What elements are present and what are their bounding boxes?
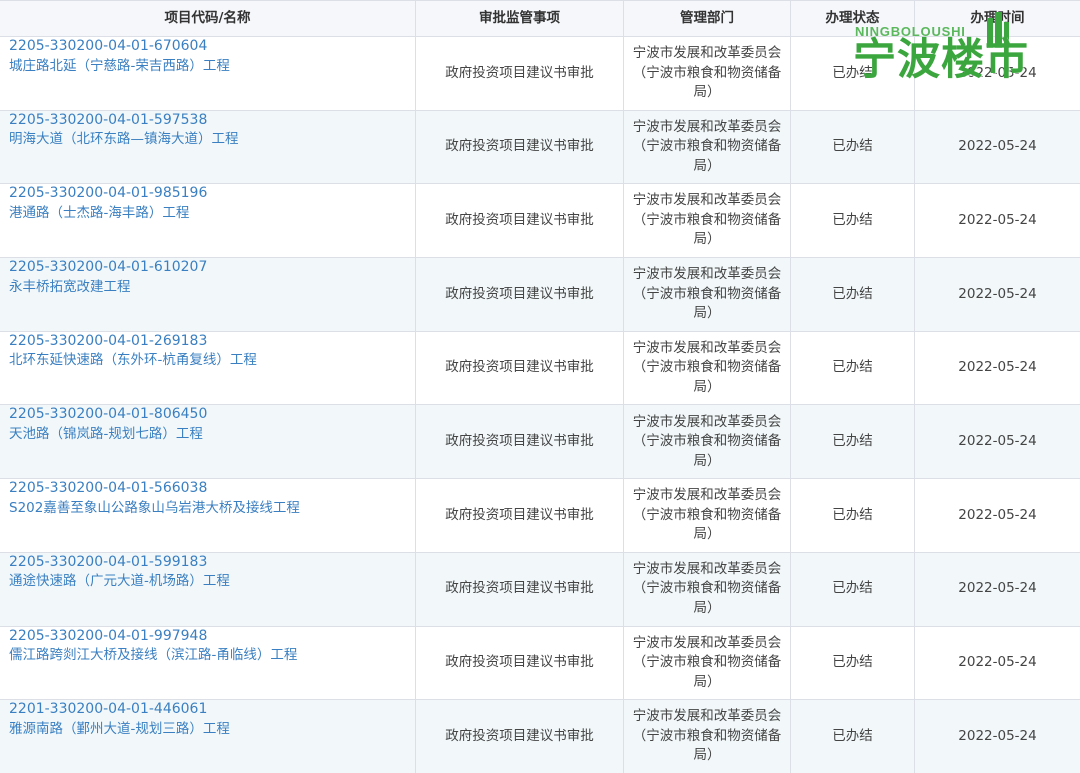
project-name-link[interactable]: 天池路（锦岚路-规划七路）工程	[9, 425, 203, 445]
department-cell: 宁波市发展和改革委员会（宁波市粮食和物资储备局）	[624, 700, 791, 773]
department-text: 宁波市发展和改革委员会（宁波市粮食和物资储备局）	[632, 634, 782, 690]
project-code-link[interactable]: 2205-330200-04-01-610207	[9, 258, 207, 278]
department-cell: 宁波市发展和改革委员会（宁波市粮食和物资储备局）	[624, 184, 791, 259]
status-cell: 已办结	[791, 552, 915, 627]
table-row-project-cell: 2205-330200-04-01-597538 明海大道（北环东路—镇海大道）工…	[0, 110, 416, 185]
department-text: 宁波市发展和改革委员会（宁波市粮食和物资储备局）	[632, 487, 782, 543]
status-cell: 已办结	[791, 479, 915, 553]
project-code-link[interactable]: 2205-330200-04-01-269183	[9, 332, 207, 352]
department-cell: 宁波市发展和改革委员会（宁波市粮食和物资储备局）	[624, 258, 791, 332]
project-code-link[interactable]: 2205-330200-04-01-670604	[9, 37, 207, 57]
department-text: 宁波市发展和改革委员会（宁波市粮食和物资储备局）	[632, 560, 782, 616]
table-row-project-cell: 2201-330200-04-01-446061 雅源南路（鄞州大道-规划三路）工…	[0, 700, 416, 773]
approval-matter-cell: 政府投资项目建议书审批	[416, 37, 624, 111]
department-cell: 宁波市发展和改革委员会（宁波市粮食和物资储备局）	[624, 479, 791, 553]
table-row-project-cell: 2205-330200-04-01-610207 永丰桥拓宽改建工程	[0, 258, 416, 332]
department-text: 宁波市发展和改革委员会（宁波市粮食和物资储备局）	[632, 192, 782, 248]
project-name-link[interactable]: 港通路（士杰路-海丰路）工程	[9, 204, 189, 224]
table-row-project-cell: 2205-330200-04-01-985196 港通路（士杰路-海丰路）工程	[0, 184, 416, 259]
table-row-project-cell: 2205-330200-04-01-806450 天池路（锦岚路-规划七路）工程	[0, 405, 416, 480]
approval-matter-cell: 政府投资项目建议书审批	[416, 552, 624, 627]
department-cell: 宁波市发展和改革委员会（宁波市粮食和物资储备局）	[624, 37, 791, 111]
date-cell: 2022-05-24	[915, 37, 1080, 111]
project-code-link[interactable]: 2205-330200-04-01-597538	[9, 111, 207, 131]
table-row-project-cell: 2205-330200-04-01-269183 北环东延快速路（东外环-杭甬复线…	[0, 331, 416, 406]
project-name-link[interactable]: S202嘉善至象山公路象山乌岩港大桥及接线工程	[9, 499, 300, 519]
date-cell: 2022-05-24	[915, 700, 1080, 773]
header-project-code-name[interactable]: 项目代码/名称	[0, 1, 416, 37]
status-cell: 已办结	[791, 110, 915, 185]
table-row-project-cell: 2205-330200-04-01-670604 城庄路北延（宁慈路-荣吉西路）工…	[0, 37, 416, 111]
date-cell: 2022-05-24	[915, 258, 1080, 332]
date-cell: 2022-05-24	[915, 110, 1080, 185]
project-code-link[interactable]: 2205-330200-04-01-985196	[9, 184, 207, 204]
date-cell: 2022-05-24	[915, 552, 1080, 627]
department-text: 宁波市发展和改革委员会（宁波市粮食和物资储备局）	[632, 45, 782, 101]
department-cell: 宁波市发展和改革委员会（宁波市粮食和物资储备局）	[624, 552, 791, 627]
project-code-link[interactable]: 2205-330200-04-01-997948	[9, 627, 207, 647]
status-cell: 已办结	[791, 184, 915, 259]
department-text: 宁波市发展和改革委员会（宁波市粮食和物资储备局）	[632, 339, 782, 395]
date-cell: 2022-05-24	[915, 479, 1080, 553]
department-text: 宁波市发展和改革委员会（宁波市粮食和物资储备局）	[632, 266, 782, 322]
project-name-link[interactable]: 通途快速路（广元大道-机场路）工程	[9, 572, 230, 592]
approval-matter-cell: 政府投资项目建议书审批	[416, 405, 624, 480]
approval-matter-cell: 政府投资项目建议书审批	[416, 184, 624, 259]
header-department[interactable]: 管理部门	[624, 1, 791, 37]
department-cell: 宁波市发展和改革委员会（宁波市粮食和物资储备局）	[624, 110, 791, 185]
project-code-link[interactable]: 2205-330200-04-01-566038	[9, 479, 207, 499]
approval-table: 项目代码/名称 审批监管事项 管理部门 办理状态 办理时间 2205-33020…	[0, 0, 1080, 773]
project-code-link[interactable]: 2201-330200-04-01-446061	[9, 700, 207, 720]
header-status[interactable]: 办理状态	[791, 1, 915, 37]
approval-matter-cell: 政府投资项目建议书审批	[416, 110, 624, 185]
header-approval-matter[interactable]: 审批监管事项	[416, 1, 624, 37]
project-code-link[interactable]: 2205-330200-04-01-806450	[9, 405, 207, 425]
header-date[interactable]: 办理时间	[915, 1, 1080, 37]
department-text: 宁波市发展和改革委员会（宁波市粮食和物资储备局）	[632, 118, 782, 174]
department-text: 宁波市发展和改革委员会（宁波市粮食和物资储备局）	[632, 413, 782, 469]
project-name-link[interactable]: 永丰桥拓宽改建工程	[9, 278, 131, 298]
approval-matter-cell: 政府投资项目建议书审批	[416, 258, 624, 332]
date-cell: 2022-05-24	[915, 627, 1080, 701]
department-cell: 宁波市发展和改革委员会（宁波市粮食和物资储备局）	[624, 626, 791, 701]
department-cell: 宁波市发展和改革委员会（宁波市粮食和物资储备局）	[624, 405, 791, 480]
status-cell: 已办结	[791, 700, 915, 773]
status-cell: 已办结	[791, 331, 915, 406]
date-cell: 2022-05-24	[915, 184, 1080, 259]
date-cell: 2022-05-24	[915, 332, 1080, 406]
department-text: 宁波市发展和改革委员会（宁波市粮食和物资储备局）	[632, 708, 782, 764]
status-cell: 已办结	[791, 258, 915, 332]
status-cell: 已办结	[791, 405, 915, 480]
table-row-project-cell: 2205-330200-04-01-997948 儒江路跨剡江大桥及接线（滨江路-…	[0, 626, 416, 701]
date-cell: 2022-05-24	[915, 405, 1080, 480]
approval-matter-cell: 政府投资项目建议书审批	[416, 479, 624, 553]
table-row-project-cell: 2205-330200-04-01-566038 S202嘉善至象山公路象山乌岩港…	[0, 479, 416, 553]
project-name-link[interactable]: 雅源南路（鄞州大道-规划三路）工程	[9, 720, 230, 740]
table-row-project-cell: 2205-330200-04-01-599183 通途快速路（广元大道-机场路）工…	[0, 552, 416, 627]
project-name-link[interactable]: 北环东延快速路（东外环-杭甬复线）工程	[9, 351, 257, 371]
approval-matter-cell: 政府投资项目建议书审批	[416, 331, 624, 406]
department-cell: 宁波市发展和改革委员会（宁波市粮食和物资储备局）	[624, 331, 791, 406]
status-cell: 已办结	[791, 37, 915, 111]
project-name-link[interactable]: 城庄路北延（宁慈路-荣吉西路）工程	[9, 57, 230, 77]
project-name-link[interactable]: 明海大道（北环东路—镇海大道）工程	[9, 130, 239, 150]
approval-matter-cell: 政府投资项目建议书审批	[416, 626, 624, 701]
project-code-link[interactable]: 2205-330200-04-01-599183	[9, 553, 207, 573]
project-name-link[interactable]: 儒江路跨剡江大桥及接线（滨江路-甬临线）工程	[9, 646, 297, 666]
approval-matter-cell: 政府投资项目建议书审批	[416, 700, 624, 773]
status-cell: 已办结	[791, 626, 915, 701]
